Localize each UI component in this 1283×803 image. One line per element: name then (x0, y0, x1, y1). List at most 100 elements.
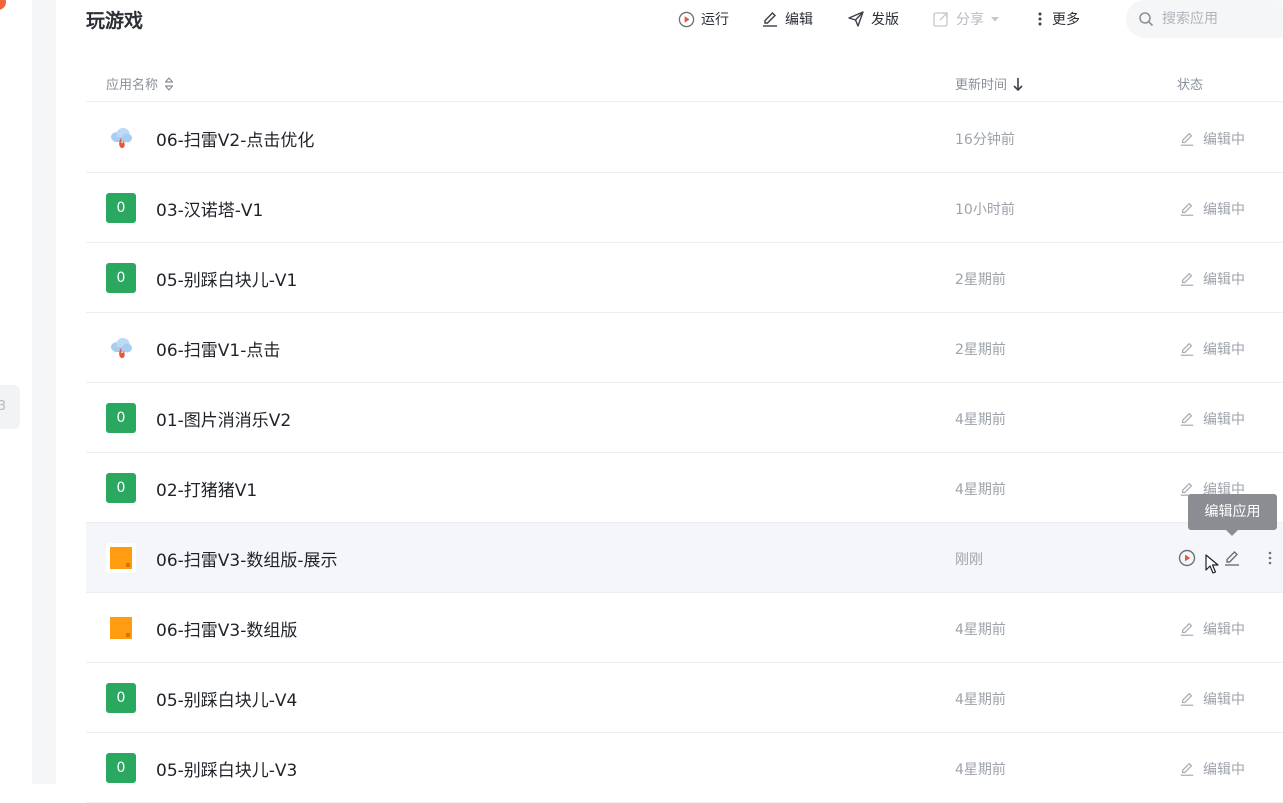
status-badge: 编辑中 (1179, 759, 1245, 779)
table-row[interactable]: 0 02-打猪猪V1 4星期前 编辑中 (86, 453, 1283, 523)
table-row[interactable]: 06-扫雷V3-数组版-展示 刚刚 (86, 523, 1283, 593)
app-icon (106, 123, 136, 153)
table-row[interactable]: 06-扫雷V3-数组版 4星期前 编辑中 (86, 593, 1283, 663)
app-name[interactable]: 05-别踩白块儿-V4 (156, 686, 297, 711)
pencil-icon (1180, 342, 1194, 356)
app-name[interactable]: 05-别踩白块儿-V3 (156, 756, 297, 781)
updated-time: 4星期前 (955, 622, 1006, 638)
status-label: 编辑中 (1203, 202, 1245, 218)
page-title: 玩游戏 (86, 10, 144, 32)
cloud-fire-icon (111, 338, 132, 358)
pencil-icon (1225, 551, 1239, 566)
pencil-icon (1180, 272, 1194, 286)
updated-time: 4星期前 (955, 762, 1006, 778)
status-label: 编辑中 (1203, 132, 1245, 148)
table-row[interactable]: 0 03-汉诺塔-V1 10小时前 编辑中 (86, 173, 1283, 243)
share-label: 分享 (956, 12, 984, 28)
share-button[interactable]: 分享 (932, 8, 1002, 30)
app-initial-icon: 0 (106, 753, 136, 783)
app-icon (106, 543, 136, 573)
publish-label: 发版 (871, 12, 899, 28)
cloud-fire-icon (111, 128, 132, 148)
row-run-button[interactable] (1176, 547, 1198, 569)
mouse-cursor-icon (1205, 554, 1219, 574)
table-row[interactable]: 0 01-图片消消乐V2 4星期前 编辑中 (86, 383, 1283, 453)
arrow-down-icon (1013, 77, 1023, 91)
status-label: 编辑中 (1203, 412, 1245, 428)
updated-time: 2星期前 (955, 272, 1006, 288)
table-row[interactable]: 0 05-别踩白块儿-V3 4星期前 编辑中 (86, 733, 1283, 803)
app-name[interactable]: 02-打猪猪V1 (156, 476, 257, 501)
orange-square-icon (106, 543, 136, 573)
status-badge: 编辑中 (1179, 129, 1245, 149)
pencil-icon (1180, 622, 1194, 636)
pencil-icon (1180, 692, 1194, 706)
column-name[interactable]: 应用名称 (106, 74, 175, 93)
caret-down-icon (991, 17, 999, 22)
left-divider-strip (32, 0, 56, 784)
table-row[interactable]: 06-扫雷V2-点击优化 16分钟前 编辑中 (86, 103, 1283, 173)
run-label: 运行 (701, 12, 729, 28)
edit-label: 编辑 (785, 12, 813, 28)
updated-time: 刚刚 (955, 552, 983, 568)
pencil-icon (1180, 412, 1194, 426)
app-initial-icon: 0 (106, 683, 136, 713)
search-input[interactable] (1162, 11, 1272, 27)
pencil-icon (1180, 132, 1194, 146)
table-row[interactable]: 06-扫雷V1-点击 2星期前 编辑中 (86, 313, 1283, 383)
updated-time: 10小时前 (955, 202, 1015, 218)
orange-square-icon (106, 613, 136, 643)
app-icon: 0 (106, 683, 136, 713)
status-label: 编辑中 (1203, 692, 1245, 708)
updated-time: 2星期前 (955, 342, 1006, 358)
more-button[interactable]: 更多 (1034, 8, 1080, 30)
column-status-label: 状态 (1177, 78, 1204, 93)
status-label: 编辑中 (1203, 272, 1245, 288)
updated-time: 4星期前 (955, 482, 1006, 498)
table-row[interactable]: 0 05-别踩白块儿-V4 4星期前 编辑中 (86, 663, 1283, 733)
app-initial-icon: 0 (106, 473, 136, 503)
edit-button[interactable]: 编辑 (761, 8, 813, 30)
app-list: 06-扫雷V2-点击优化 16分钟前 编辑中 0 03-汉诺塔-V1 10小时前 编辑中 0 0… (86, 103, 1283, 803)
play-circle-icon (678, 11, 695, 27)
pencil-icon (763, 12, 777, 27)
avatar[interactable] (0, 0, 6, 10)
rail-badge[interactable]: 3 (0, 385, 20, 429)
status-badge: 编辑中 (1179, 619, 1245, 639)
search-box[interactable] (1126, 0, 1283, 38)
app-name[interactable]: 06-扫雷V1-点击 (156, 336, 280, 361)
table-row[interactable]: 0 05-别踩白块儿-V1 2星期前 编辑中 (86, 243, 1283, 313)
sort-icon (164, 76, 174, 91)
app-name[interactable]: 06-扫雷V3-数组版-展示 (156, 546, 337, 571)
updated-time: 4星期前 (955, 692, 1006, 708)
run-button[interactable]: 运行 (678, 8, 729, 30)
app-name[interactable]: 03-汉诺塔-V1 (156, 196, 263, 221)
more-vertical-icon (1268, 551, 1272, 565)
status-badge: 编辑中 (1179, 409, 1245, 429)
column-updated-label: 更新时间 (955, 78, 1008, 93)
row-edit-button[interactable] (1221, 547, 1243, 569)
app-name[interactable]: 01-图片消消乐V2 (156, 406, 291, 431)
row-more-button[interactable] (1259, 547, 1281, 569)
app-icon: 0 (106, 263, 136, 293)
column-status: 状态 (1177, 74, 1203, 93)
status-badge: 编辑中 (1179, 269, 1245, 289)
more-label: 更多 (1052, 12, 1080, 28)
status-label: 编辑中 (1203, 622, 1245, 638)
app-name[interactable]: 05-别踩白块儿-V1 (156, 266, 297, 291)
row-actions (1176, 547, 1281, 569)
pencil-icon (1180, 202, 1194, 216)
app-icon: 0 (106, 753, 136, 783)
column-updated[interactable]: 更新时间 (955, 74, 1024, 93)
app-initial-icon: 0 (106, 193, 136, 223)
app-name[interactable]: 06-扫雷V2-点击优化 (156, 126, 314, 151)
table-header: 应用名称 更新时间 状态 (86, 62, 1283, 102)
publish-button[interactable]: 发版 (847, 8, 899, 30)
left-rail: 3 (0, 0, 32, 784)
app-initial-icon: 0 (106, 263, 136, 293)
tooltip: 编辑应用 (1188, 494, 1277, 536)
status-badge: 编辑中 (1179, 199, 1245, 219)
app-name[interactable]: 06-扫雷V3-数组版 (156, 616, 297, 641)
toolbar: 玩游戏 运行 编辑 发版 分享 更多 (86, 0, 1283, 40)
app-icon (106, 333, 136, 363)
